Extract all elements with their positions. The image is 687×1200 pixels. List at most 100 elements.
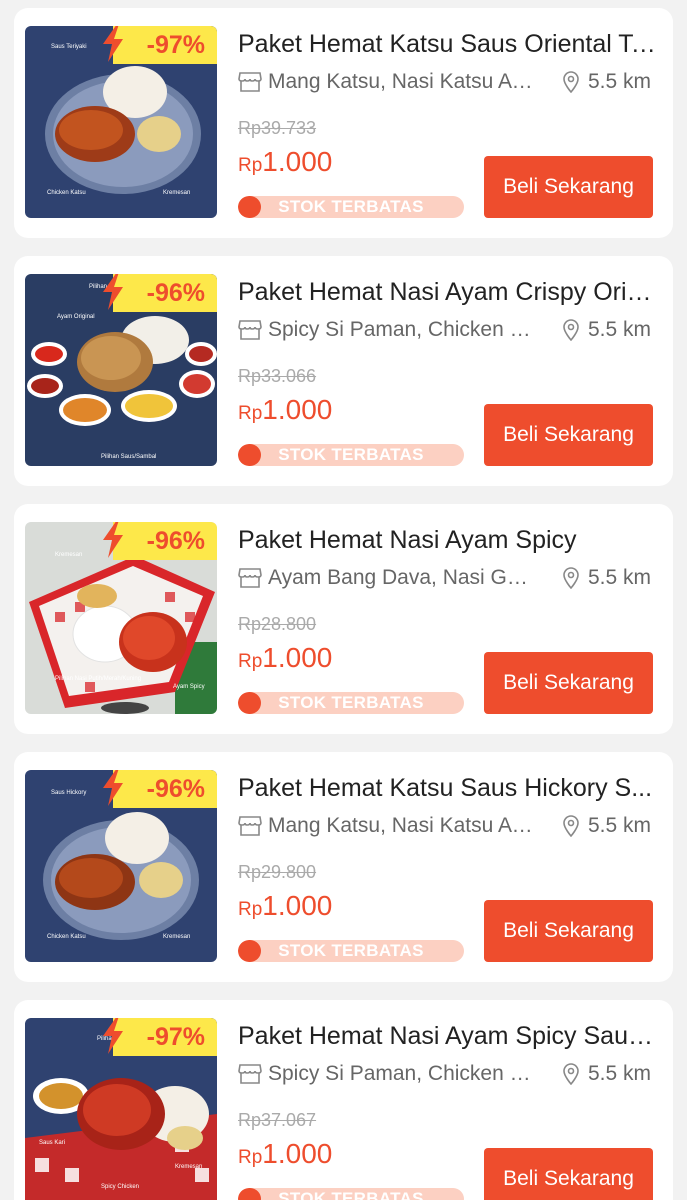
product-image[interactable]: Kremesan Pilihan Nasi Putih/Merah/Kuning…	[25, 522, 217, 714]
location-pin-icon	[563, 567, 579, 589]
distance-text: 5.5 km	[588, 566, 652, 589]
merchant-name: Ayam Bang Dava, Nasi Gep...	[268, 566, 538, 589]
image-label: Chicken Katsu	[47, 934, 86, 940]
lightning-icon	[103, 26, 123, 62]
product-image[interactable]: Pilihan Nasi Putih/Merah/ Ayam Original …	[25, 274, 217, 466]
product-title[interactable]: Paket Hemat Katsu Saus Hickory S...	[238, 774, 658, 803]
sale-price: Rp1.000	[238, 890, 332, 922]
lightning-icon	[103, 770, 123, 806]
discount-badge: -97%	[103, 1018, 217, 1056]
sale-price: Rp1.000	[238, 642, 332, 674]
stock-bar: STOK TERBATAS	[238, 940, 464, 962]
distance-text: 5.5 km	[588, 70, 652, 93]
currency: Rp	[238, 1147, 263, 1168]
image-label: Pilihan Saus/Sambal	[101, 454, 156, 460]
lightning-icon	[103, 522, 123, 558]
location-pin-icon	[563, 815, 579, 837]
stock-label: STOK TERBATAS	[278, 1189, 424, 1200]
stock-label: STOK TERBATAS	[278, 693, 424, 712]
distance-text: 5.5 km	[588, 814, 652, 837]
price-value: 1.000	[262, 1138, 333, 1169]
price-value: 1.000	[262, 146, 333, 177]
product-title[interactable]: Paket Hemat Nasi Ayam Crispy Origi...	[238, 278, 658, 307]
merchant-info: Spicy Si Paman, Chicken & ...	[238, 1060, 538, 1088]
currency: Rp	[238, 899, 263, 920]
store-icon	[238, 320, 262, 340]
image-label: Spicy Chicken	[101, 1184, 139, 1190]
distance: 5.5 km	[562, 1060, 651, 1088]
store-icon	[238, 568, 262, 588]
sale-price: Rp1.000	[238, 1138, 332, 1170]
merchant-name: Mang Katsu, Nasi Katsu Ay...	[268, 814, 538, 837]
product-image[interactable]: Pilihan Nasi Putih/Merah/ Saus Kari Spic…	[25, 1018, 217, 1200]
product-title[interactable]: Paket Hemat Nasi Ayam Spicy Saus ...	[238, 1022, 658, 1051]
buy-now-button[interactable]: Beli Sekarang	[484, 156, 653, 218]
distance: 5.5 km	[562, 316, 651, 344]
product-list: Saus Teriyaki Chicken Katsu Kremesan -97…	[0, 0, 687, 1200]
buy-now-button[interactable]: Beli Sekarang	[484, 404, 653, 466]
merchant-info: Ayam Bang Dava, Nasi Gep...	[238, 564, 538, 592]
stock-label: STOK TERBATAS	[278, 445, 424, 464]
stock-label: STOK TERBATAS	[278, 941, 424, 960]
merchant-info: Spicy Si Paman, Chicken & ...	[238, 316, 538, 344]
original-price: Rp29.800	[238, 862, 317, 882]
discount-text: -96%	[146, 774, 205, 803]
product-card[interactable]: Saus Hickory Chicken Katsu Kremesan -96%…	[14, 752, 673, 982]
distance: 5.5 km	[562, 564, 651, 592]
merchant-info: Mang Katsu, Nasi Katsu Ay...	[238, 68, 538, 96]
sale-price: Rp1.000	[238, 394, 332, 426]
product-card[interactable]: Pilihan Nasi Putih/Merah/ Ayam Original …	[14, 256, 673, 486]
lightning-icon	[103, 1018, 123, 1054]
image-label: Saus Kari	[39, 1140, 65, 1146]
stock-bar: STOK TERBATAS	[238, 1188, 464, 1200]
image-label: Kremesan	[163, 190, 190, 196]
product-title[interactable]: Paket Hemat Katsu Saus Oriental Te...	[238, 30, 658, 59]
image-label: Saus Teriyaki	[51, 44, 87, 50]
product-card[interactable]: Saus Teriyaki Chicken Katsu Kremesan -97…	[14, 8, 673, 238]
stock-bar: STOK TERBATAS	[238, 692, 464, 714]
original-price: Rp28.800	[238, 614, 317, 634]
store-icon	[238, 72, 262, 92]
location-pin-icon	[563, 1063, 579, 1085]
stock-bar: STOK TERBATAS	[238, 444, 464, 466]
product-card[interactable]: Pilihan Nasi Putih/Merah/ Saus Kari Spic…	[14, 1000, 673, 1200]
price-value: 1.000	[262, 890, 333, 921]
merchant-info: Mang Katsu, Nasi Katsu Ay...	[238, 812, 538, 840]
distance: 5.5 km	[562, 812, 651, 840]
product-image[interactable]: Saus Teriyaki Chicken Katsu Kremesan -97…	[25, 26, 217, 218]
buy-now-button[interactable]: Beli Sekarang	[484, 652, 653, 714]
discount-badge: -97%	[103, 26, 217, 64]
buy-now-button[interactable]: Beli Sekarang	[484, 1148, 653, 1200]
image-label: Kremesan	[175, 1164, 202, 1170]
lightning-icon	[103, 274, 123, 310]
product-card[interactable]: Kremesan Pilihan Nasi Putih/Merah/Kuning…	[14, 504, 673, 734]
product-title[interactable]: Paket Hemat Nasi Ayam Spicy	[238, 526, 658, 555]
image-label: Kremesan	[163, 934, 190, 940]
buy-now-button[interactable]: Beli Sekarang	[484, 900, 653, 962]
discount-text: -96%	[146, 278, 205, 307]
image-label: Chicken Katsu	[47, 190, 86, 196]
stock-bar: STOK TERBATAS	[238, 196, 464, 218]
image-label: Saus Hickory	[51, 790, 86, 796]
discount-badge: -96%	[103, 770, 217, 808]
distance-text: 5.5 km	[588, 1062, 652, 1085]
merchant-name: Spicy Si Paman, Chicken & ...	[268, 318, 538, 341]
price-value: 1.000	[262, 394, 333, 425]
image-label: Ayam Original	[57, 314, 95, 320]
price-value: 1.000	[262, 642, 333, 673]
merchant-name: Mang Katsu, Nasi Katsu Ay...	[268, 70, 538, 93]
discount-badge: -96%	[103, 274, 217, 312]
distance: 5.5 km	[562, 68, 651, 96]
discount-text: -97%	[146, 30, 205, 59]
discount-text: -96%	[146, 526, 205, 555]
original-price: Rp39.733	[238, 118, 317, 138]
store-icon	[238, 816, 262, 836]
sale-price: Rp1.000	[238, 146, 332, 178]
currency: Rp	[238, 155, 263, 176]
store-icon	[238, 1064, 262, 1084]
merchant-name: Spicy Si Paman, Chicken & ...	[268, 1062, 538, 1085]
product-image[interactable]: Saus Hickory Chicken Katsu Kremesan -96%	[25, 770, 217, 962]
location-pin-icon	[563, 71, 579, 93]
currency: Rp	[238, 651, 263, 672]
distance-text: 5.5 km	[588, 318, 652, 341]
